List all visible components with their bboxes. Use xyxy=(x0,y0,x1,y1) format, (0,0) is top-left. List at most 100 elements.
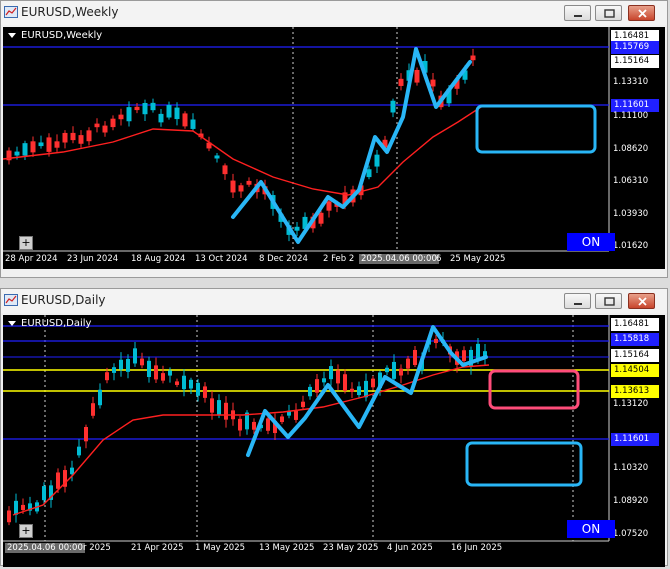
bull-candle xyxy=(70,467,74,475)
bull-candle xyxy=(133,348,137,364)
daily-price-chart xyxy=(3,315,610,542)
bear-candle xyxy=(430,79,436,87)
bear-candle xyxy=(414,69,420,83)
bull-candle xyxy=(294,226,300,231)
close-icon xyxy=(638,9,647,18)
x-axis-tick: 4 Jun 2025 xyxy=(387,543,433,553)
bear-candle xyxy=(315,379,319,393)
y-axis-tick: 1.13120 xyxy=(613,399,649,409)
bull-candle xyxy=(147,360,151,378)
close-button[interactable] xyxy=(628,293,655,309)
bear-candle xyxy=(413,349,417,365)
daily-chart-area[interactable]: EURUSD,Daily 1.16481 1.15818 1.15164 1.1… xyxy=(3,315,665,567)
bear-candle xyxy=(54,141,60,148)
bear-candle xyxy=(94,123,100,128)
bear-candle xyxy=(371,378,375,388)
zone-rectangle xyxy=(475,104,597,154)
bear-candle xyxy=(470,55,476,61)
bear-candle xyxy=(222,165,228,175)
bull-candle xyxy=(98,389,102,406)
y-axis-tick: 1.01620 xyxy=(613,241,649,251)
bull-candle xyxy=(22,143,28,156)
on-toggle-button[interactable]: ON xyxy=(567,520,615,538)
bear-candle xyxy=(246,180,252,185)
bear-candle xyxy=(86,130,92,142)
moving-average-line xyxy=(3,106,482,196)
bull-candle xyxy=(374,154,380,167)
x-axis-tick: 21 Apr 2025 xyxy=(131,543,184,553)
symbol-menu-icon[interactable] xyxy=(8,321,16,326)
weekly-price-chart xyxy=(3,27,610,252)
bear-candle xyxy=(343,374,347,391)
bull-candle xyxy=(329,366,333,380)
weekly-title-bar[interactable]: EURUSD,Weekly xyxy=(1,1,667,25)
bear-candle xyxy=(301,401,305,408)
bull-candle xyxy=(77,446,81,456)
bull-candle xyxy=(38,142,44,147)
bear-candle xyxy=(280,416,284,423)
bull-candle xyxy=(190,119,196,129)
symbol-menu-icon[interactable] xyxy=(8,33,16,38)
y-axis-tick: 1.06310 xyxy=(613,176,649,186)
bull-candle xyxy=(150,102,156,111)
chart-window-icon xyxy=(4,294,18,306)
bear-candle xyxy=(182,113,188,127)
weekly-chart-window[interactable]: EURUSD,Weekly EURUSD,Weekly 1.16481 1.15… xyxy=(0,0,668,278)
bull-candle xyxy=(14,151,20,156)
bear-candle xyxy=(78,135,84,144)
plus-button[interactable]: + xyxy=(19,524,33,538)
restore-button[interactable] xyxy=(595,293,622,309)
weekly-chart-area[interactable]: EURUSD,Weekly 1.16481 1.15769 1.15164 1.… xyxy=(3,27,665,269)
bear-candle xyxy=(252,421,256,430)
bear-candle xyxy=(118,114,124,120)
bear-candle xyxy=(56,472,60,489)
y-axis-tick: 1.10320 xyxy=(613,463,649,473)
daily-chart-window[interactable]: EURUSD,Daily EURUSD,Daily 1.16481 1.1581… xyxy=(0,288,668,567)
bull-candle xyxy=(174,107,180,120)
bull-candle xyxy=(196,382,200,396)
y-axis-tick: 1.11100 xyxy=(613,111,649,121)
zone-rectangle xyxy=(465,441,583,487)
bull-candle xyxy=(14,500,18,515)
hline-price-label: 1.11601 xyxy=(611,433,659,446)
bull-candle xyxy=(168,370,172,376)
bear-candle xyxy=(62,132,68,143)
bear-candle xyxy=(434,338,438,344)
minimize-button[interactable] xyxy=(564,5,591,21)
minimize-icon xyxy=(574,303,582,305)
bull-candle xyxy=(357,386,361,396)
bull-candle xyxy=(142,102,148,115)
x-axis-tick: 18 Aug 2024 xyxy=(131,254,186,264)
bull-candle xyxy=(126,107,132,122)
bear-candle xyxy=(318,212,324,224)
y-axis-tick: 1.07520 xyxy=(613,529,649,539)
restore-button[interactable] xyxy=(595,5,622,21)
bear-candle xyxy=(326,201,332,211)
on-toggle-button[interactable]: ON xyxy=(567,233,615,251)
price-label: 1.16481 xyxy=(611,318,659,331)
y-axis-tick: 1.08920 xyxy=(613,496,649,506)
close-button[interactable] xyxy=(628,5,655,21)
minimize-button[interactable] xyxy=(564,293,591,309)
bull-candle xyxy=(214,155,220,159)
zone-rectangle xyxy=(488,369,580,410)
plus-button[interactable]: + xyxy=(19,236,33,250)
bull-candle xyxy=(166,104,172,118)
bear-candle xyxy=(70,132,76,141)
restore-icon xyxy=(604,297,615,306)
window-title: EURUSD,Weekly xyxy=(21,5,119,19)
chart-window-icon xyxy=(4,6,18,18)
bear-candle xyxy=(84,427,88,442)
bear-candle xyxy=(140,358,144,366)
bear-candle xyxy=(266,418,270,431)
daily-title-bar[interactable]: EURUSD,Daily xyxy=(1,289,667,313)
crosshair-time-label: 2025.04.06 00:00 xyxy=(359,254,439,264)
y-axis-tick: 1.03930 xyxy=(613,209,649,219)
bear-candle xyxy=(399,368,403,376)
bull-candle xyxy=(385,367,389,373)
x-axis-tick: 23 May 2025 xyxy=(323,543,379,553)
bull-candle xyxy=(366,169,372,178)
bear-candle xyxy=(105,372,109,381)
bull-candle xyxy=(119,359,123,370)
bear-candle xyxy=(110,118,116,128)
